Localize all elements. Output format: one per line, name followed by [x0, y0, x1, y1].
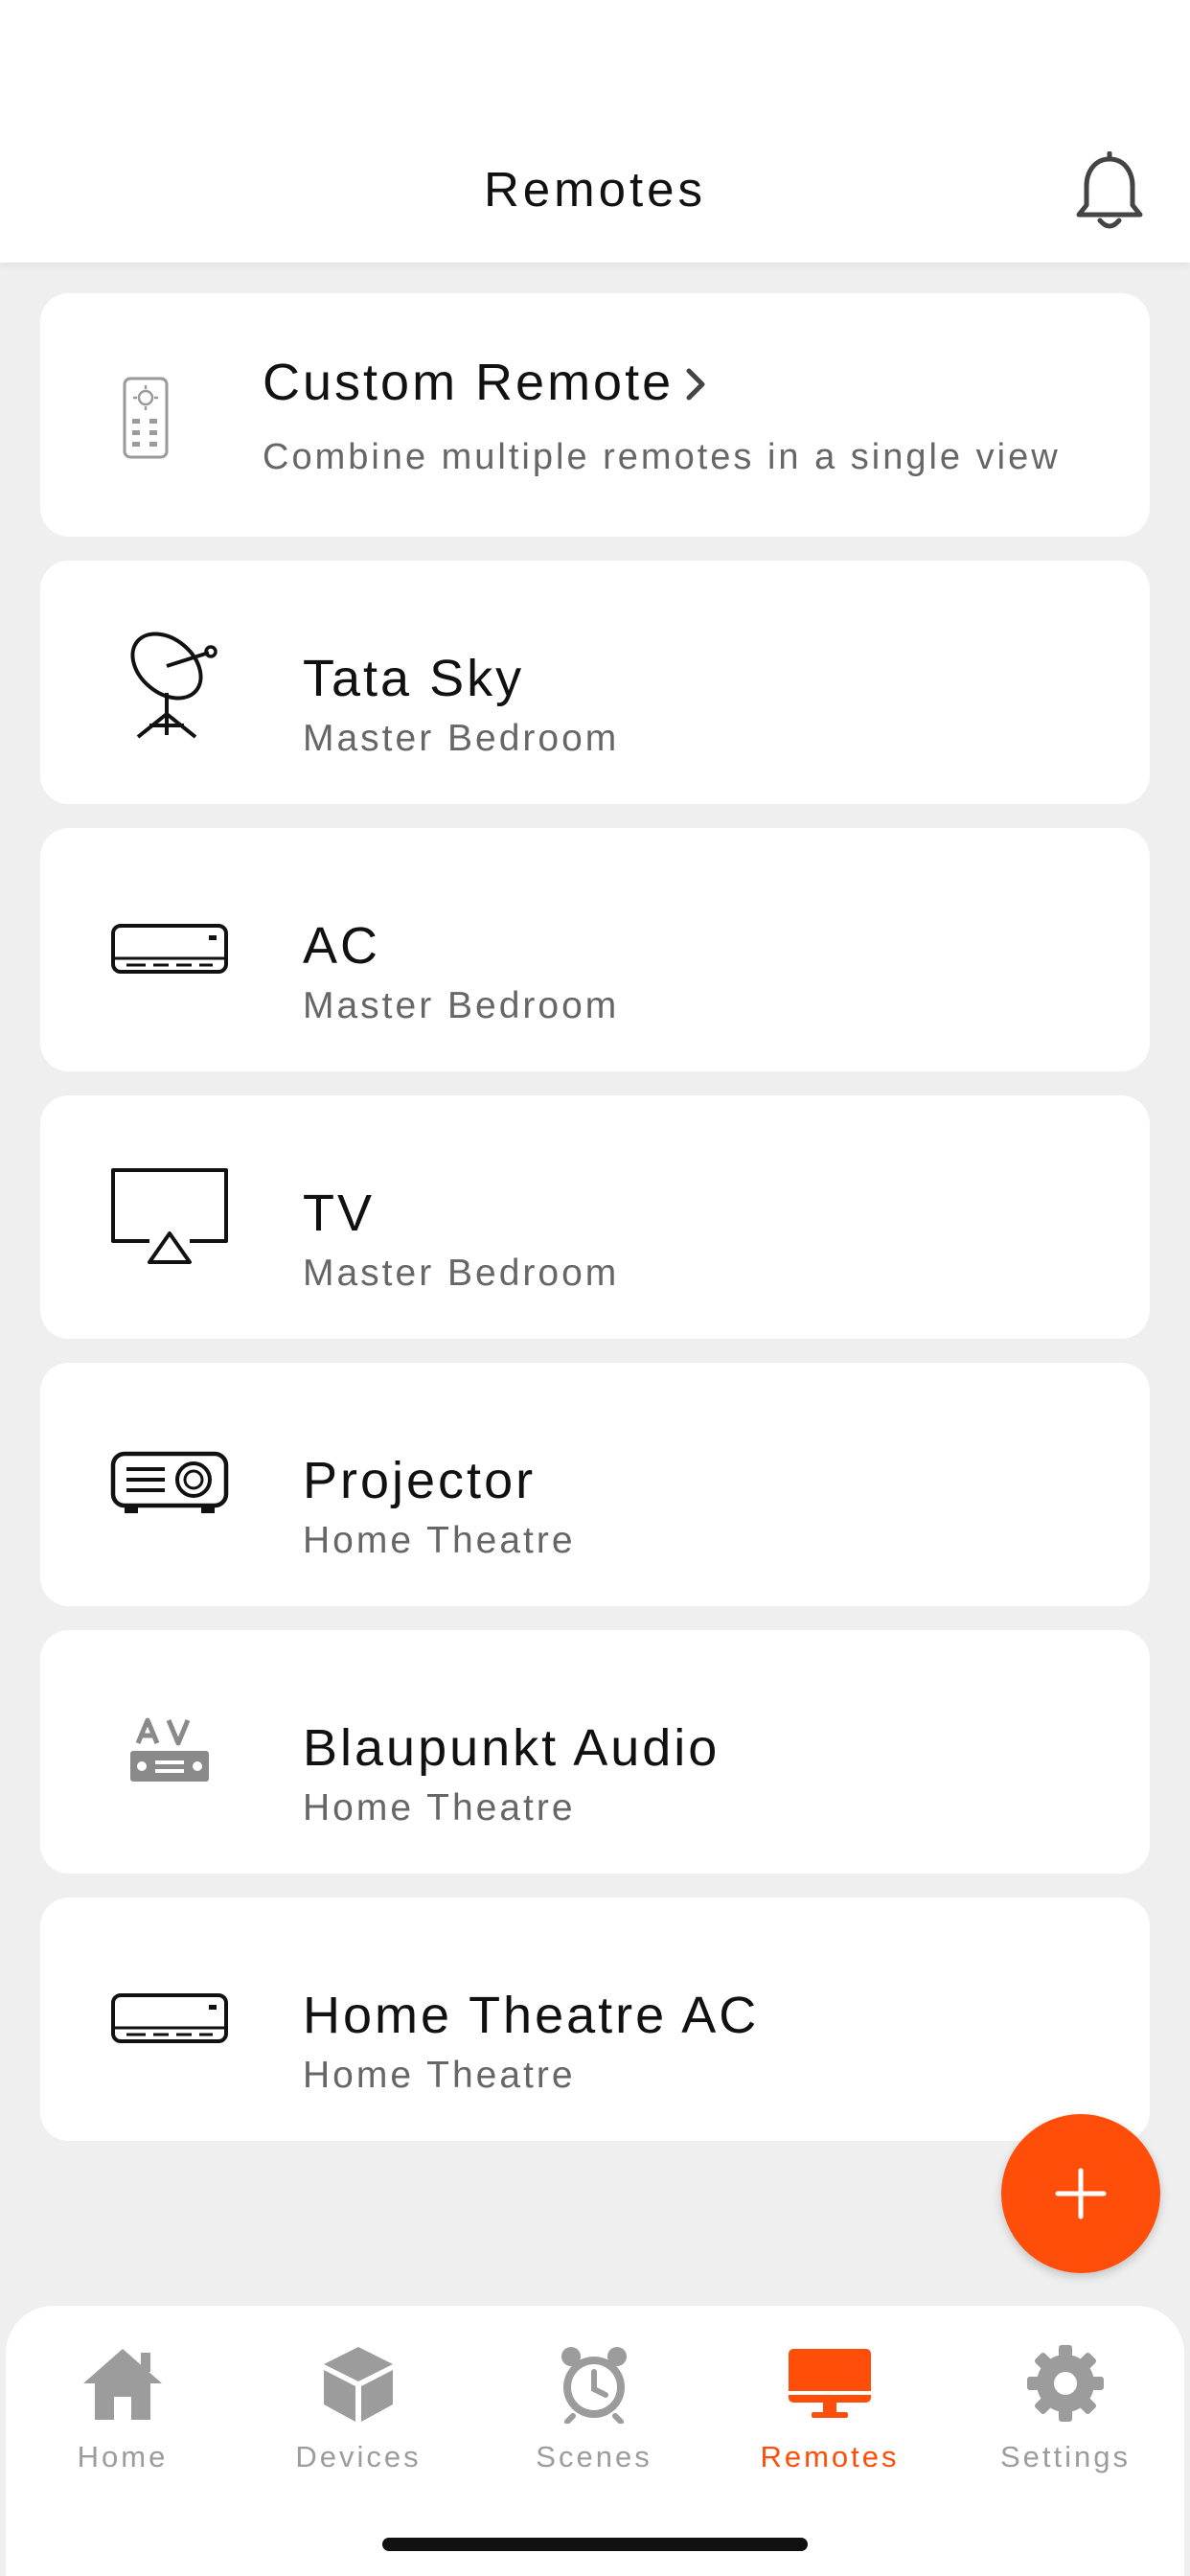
remote-card-blaupunkt-audio[interactable]: Blaupunkt Audio Home Theatre	[40, 1630, 1150, 1874]
tab-devices[interactable]: Devices	[253, 2340, 464, 2484]
remote-room: Home Theatre	[303, 1787, 576, 1828]
bottom-tab-bar: Home Devices Scenes Remotes Settings	[6, 2306, 1184, 2576]
remote-card-tv[interactable]: TV Master Bedroom	[40, 1095, 1150, 1339]
home-icon	[77, 2340, 169, 2426]
satellite-dish-icon	[107, 618, 232, 743]
tab-remotes[interactable]: Remotes	[724, 2340, 935, 2484]
remote-card-tata-sky[interactable]: Tata Sky Master Bedroom	[40, 561, 1150, 804]
custom-remote-title: Custom Remote	[263, 353, 710, 416]
cube-icon	[312, 2340, 404, 2426]
remote-room: Master Bedroom	[303, 985, 620, 1026]
monitor-icon	[784, 2340, 876, 2426]
tab-settings[interactable]: Settings	[960, 2340, 1171, 2484]
header-bar: Remotes	[0, 0, 1190, 263]
tv-icon	[107, 1153, 232, 1277]
home-indicator[interactable]	[382, 2538, 808, 2551]
remote-name: Projector	[303, 1452, 537, 1509]
remote-control-icon	[98, 370, 194, 466]
custom-remote-card[interactable]: Custom Remote Combine multiple remotes i…	[40, 293, 1150, 537]
remote-room: Master Bedroom	[303, 718, 620, 759]
tab-home[interactable]: Home	[17, 2340, 228, 2484]
air-conditioner-icon	[107, 886, 232, 1010]
plus-icon	[1055, 2168, 1107, 2220]
remote-card-projector[interactable]: Projector Home Theatre	[40, 1363, 1150, 1606]
projector-icon	[107, 1420, 232, 1545]
remote-card-ac[interactable]: AC Master Bedroom	[40, 828, 1150, 1071]
alarm-clock-icon	[548, 2340, 640, 2426]
remote-room: Home Theatre	[303, 1520, 576, 1561]
notification-bell-icon[interactable]	[1071, 150, 1148, 238]
remote-name: TV	[303, 1184, 376, 1242]
remote-name: Blaupunkt Audio	[303, 1719, 721, 1777]
tab-scenes[interactable]: Scenes	[489, 2340, 699, 2484]
remote-name: Home Theatre AC	[303, 1987, 760, 2044]
gear-icon	[1019, 2340, 1111, 2426]
remote-room: Home Theatre	[303, 2055, 576, 2096]
remote-room: Master Bedroom	[303, 1253, 620, 1294]
air-conditioner-icon	[107, 1955, 232, 2080]
av-receiver-icon	[107, 1688, 232, 1812]
page-title: Remotes	[483, 162, 707, 217]
add-remote-button[interactable]	[1001, 2114, 1160, 2273]
remote-name: Tata Sky	[303, 650, 525, 707]
remote-name: AC	[303, 917, 381, 975]
remote-card-home-theatre-ac[interactable]: Home Theatre AC Home Theatre	[40, 1898, 1150, 2141]
chevron-right-icon	[683, 356, 710, 416]
custom-remote-subtitle: Combine multiple remotes in a single vie…	[263, 437, 1061, 477]
